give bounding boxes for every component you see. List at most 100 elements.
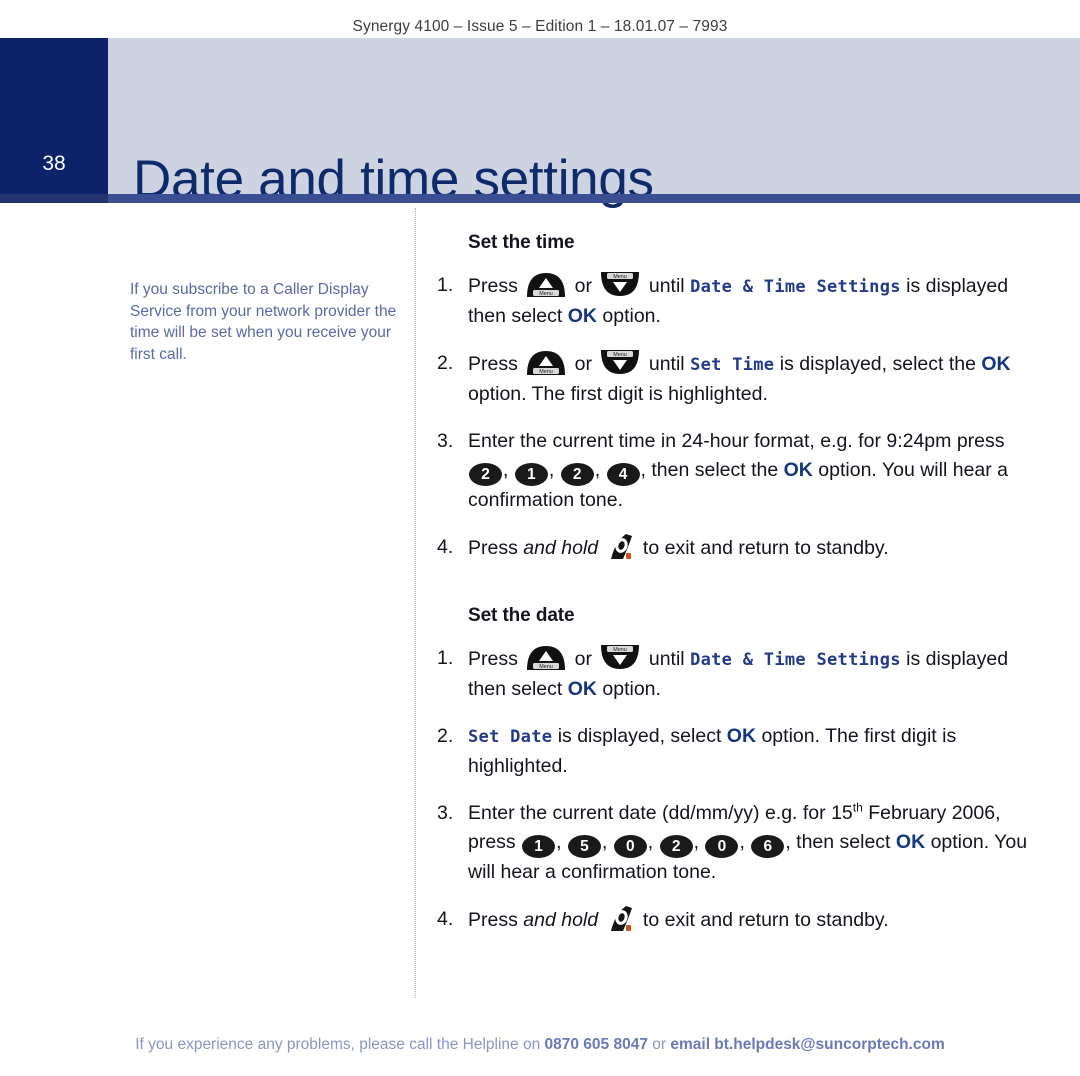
instruction-step: 2. Set Date is displayed, select OK optio… — [437, 722, 1037, 781]
step-text: , — [693, 831, 705, 853]
instruction-step: 3. Enter the current date (dd/mm/yy) e.g.… — [437, 799, 1037, 887]
svg-text:Menu: Menu — [614, 647, 628, 653]
instruction-step: 1. Press Menu or Menu until Date & Time S… — [437, 644, 1037, 704]
svg-text:Menu: Menu — [540, 291, 554, 297]
footer-phone: 0870 605 8047 — [544, 1036, 648, 1053]
banner-rule-dark-segment — [0, 194, 108, 203]
menu-down-key-icon: Menu — [599, 349, 641, 376]
step-text: Press — [468, 909, 524, 931]
ok-option-label: OK — [726, 725, 757, 747]
digit-key-icon: 0 — [613, 835, 647, 858]
step-text — [598, 909, 603, 931]
lcd-display-text: Set Date — [468, 727, 553, 747]
footer-email[interactable]: email bt.helpdesk@suncorptech.com — [670, 1036, 944, 1053]
svg-text:Menu: Menu — [614, 352, 628, 358]
menu-down-key-icon: Menu — [599, 271, 641, 298]
digit-key-icon: 2 — [560, 463, 594, 486]
menu-down-key-icon: Menu — [599, 644, 641, 671]
step-number: 4. — [437, 908, 454, 930]
lcd-display-text: Date & Time Settings — [690, 650, 901, 670]
step-body: Press Menu or Menu until Date & Time Set… — [468, 271, 1037, 331]
lcd-display-text: Set Time — [690, 355, 775, 375]
step-text: , — [556, 831, 567, 853]
digit-key-icon: 0 — [705, 835, 739, 858]
step-text: option. — [596, 678, 661, 700]
digit-key-icon: 2 — [659, 835, 693, 858]
svg-text:Menu: Menu — [540, 664, 554, 670]
emphasis-text: and hold — [523, 537, 599, 559]
step-body: Set Date is displayed, select OK option.… — [468, 722, 1037, 781]
step-text: , — [647, 831, 659, 853]
page-number: 38 — [42, 152, 66, 175]
step-text: , then select the — [640, 459, 784, 481]
step-text: is displayed, select — [552, 725, 727, 747]
step-body: Press Menu or Menu until Set Time is dis… — [468, 349, 1037, 409]
digit-key-icon: 2 — [469, 463, 502, 486]
step-text: , — [503, 459, 514, 481]
step-text — [598, 537, 603, 559]
main-content-column: Set the time 1. Press Menu or Menu until D… — [437, 232, 1037, 953]
instruction-step: 4. Press and hold to exit and return to s… — [437, 533, 1037, 563]
step-body: Press and hold to exit and return to sta… — [468, 533, 1037, 563]
step-text: option. The first digit is highlighted. — [468, 383, 768, 405]
step-number: 3. — [437, 430, 454, 452]
step-number: 2. — [437, 352, 454, 374]
step-number: 2. — [437, 725, 454, 747]
svg-text:Menu: Menu — [614, 274, 628, 280]
instruction-step: 3. Enter the current time in 24-hour form… — [437, 427, 1037, 515]
instruction-step: 1. Press Menu or Menu until Date & Time S… — [437, 271, 1037, 331]
side-note: If you subscribe to a Caller Display Ser… — [130, 281, 397, 363]
svg-text:Menu: Menu — [540, 369, 554, 375]
step-text: , — [548, 459, 560, 481]
ordinal-suffix: th — [852, 800, 863, 815]
instruction-step: 4. Press and hold to exit and return to s… — [437, 905, 1037, 935]
step-number: 3. — [437, 802, 454, 824]
step-text: is displayed, select the — [774, 353, 982, 375]
ok-option-label: OK — [567, 305, 597, 327]
digit-key-icon: 5 — [567, 835, 601, 858]
emphasis-text: and hold — [523, 909, 599, 931]
step-body: Press and hold to exit and return to sta… — [468, 905, 1037, 935]
digit-key-icon: 4 — [606, 463, 640, 486]
step-text: Enter the current time in 24-hour format… — [468, 430, 1005, 452]
banner-rule — [0, 194, 1080, 203]
lcd-display-text: Date & Time Settings — [690, 277, 901, 297]
step-number: 1. — [437, 274, 454, 296]
step-text: , — [739, 831, 751, 853]
step-text: to exit and return to standby. — [637, 909, 889, 931]
step-body: Enter the current date (dd/mm/yy) e.g. f… — [468, 799, 1037, 887]
ok-option-label: OK — [895, 831, 926, 853]
hangup-handset-key-icon — [606, 905, 636, 933]
step-text: Press — [468, 275, 524, 297]
ok-option-label: OK — [567, 678, 597, 700]
menu-up-key-icon: Menu — [525, 644, 567, 671]
step-number: 1. — [437, 647, 454, 669]
section-heading: Set the date — [468, 605, 575, 626]
footer-prefix: If you experience any problems, please c… — [135, 1036, 545, 1053]
step-text: Press — [468, 353, 524, 375]
step-number: 4. — [437, 536, 454, 558]
step-text: to exit and return to standby. — [637, 537, 889, 559]
menu-up-key-icon: Menu — [525, 349, 567, 376]
section-heading: Set the time — [468, 232, 575, 253]
step-text: , — [594, 459, 606, 481]
digit-key-icon: 1 — [514, 463, 548, 486]
ok-option-label: OK — [981, 353, 1011, 375]
step-text: or — [569, 648, 598, 670]
hangup-handset-key-icon — [606, 533, 636, 561]
step-text: or — [569, 275, 598, 297]
instruction-step: 2. Press Menu or Menu until Set Time is d… — [437, 349, 1037, 409]
ok-option-label: OK — [783, 459, 813, 481]
step-text: until — [643, 353, 691, 375]
menu-up-key-icon: Menu — [525, 271, 567, 298]
page-number-box: 38 — [0, 38, 108, 194]
digit-key-icon: 1 — [522, 835, 556, 858]
page-footer: If you experience any problems, please c… — [0, 1036, 1080, 1054]
step-text: option. — [596, 305, 661, 327]
step-text: until — [643, 275, 691, 297]
step-text: , — [601, 831, 613, 853]
footer-middle: or — [647, 1036, 671, 1053]
step-text: Press — [468, 537, 524, 559]
column-divider — [415, 208, 416, 998]
step-text: or — [569, 353, 598, 375]
